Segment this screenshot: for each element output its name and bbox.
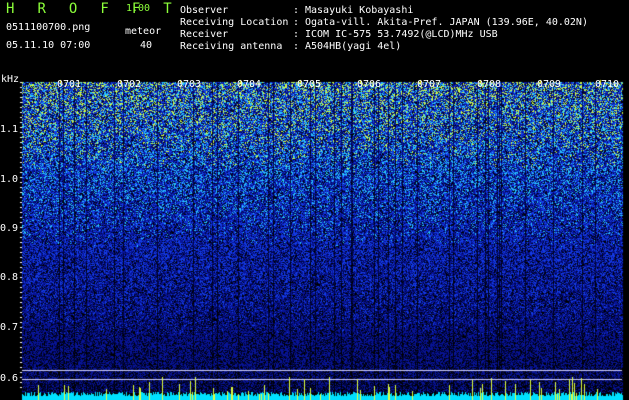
- y-tick-label: 1.0: [0, 174, 19, 185]
- info-value: Ogata-vill. Akita-Pref. JAPAN (139.96E, …: [305, 17, 588, 28]
- x-tick-label: 0705: [297, 79, 322, 90]
- hroft-display-window: H R O F F T 1.00 0511100700.png meteor 0…: [0, 0, 629, 400]
- y-tick-label: 0.7: [0, 322, 19, 333]
- info-value: Masayuki Kobayashi: [305, 5, 414, 16]
- x-tick-label: 0707: [417, 79, 442, 90]
- x-tick-label: 0704: [237, 79, 262, 90]
- mode-label: meteor: [125, 26, 162, 37]
- info-key: Receiver: [180, 29, 229, 40]
- x-tick-label: 0710: [595, 79, 620, 90]
- y-tick-label: 1.1: [0, 124, 19, 135]
- y-tick-label: 0.9: [0, 223, 19, 234]
- y-tick-label: 0.6: [0, 373, 19, 384]
- date-time: 05.11.10 07:00: [6, 40, 91, 51]
- x-tick-label: 0708: [477, 79, 502, 90]
- info-value: A504HB(yagi 4el): [305, 41, 402, 52]
- x-tick-label: 0703: [177, 79, 202, 90]
- info-key: Receiving Location: [180, 17, 289, 28]
- info-colon: :: [293, 41, 300, 52]
- x-tick-label: 0706: [357, 79, 382, 90]
- info-value: ICOM IC-575 53.7492(@LCD)MHz USB: [305, 29, 498, 40]
- y-axis-unit: kHz: [1, 74, 20, 85]
- app-version: 1.00: [126, 3, 151, 14]
- info-key: Observer: [180, 5, 229, 16]
- spectrogram-canvas: [0, 0, 629, 400]
- app-title: H R O F F T: [6, 1, 180, 17]
- mode-value: 40: [140, 40, 153, 51]
- x-tick-label: 0709: [537, 79, 562, 90]
- y-tick-label: 0.8: [0, 272, 19, 283]
- file-name: 0511100700.png: [6, 22, 91, 33]
- info-colon: :: [293, 5, 300, 16]
- x-tick-label: 0701: [57, 79, 82, 90]
- info-key: Receiving antenna: [180, 41, 283, 52]
- info-colon: :: [293, 17, 300, 28]
- info-colon: :: [293, 29, 300, 40]
- x-tick-label: 0702: [117, 79, 142, 90]
